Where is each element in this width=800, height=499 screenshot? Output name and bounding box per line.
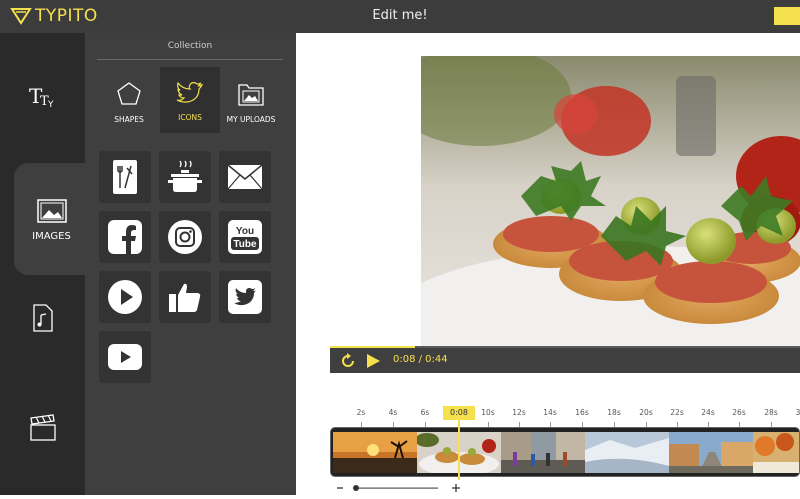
cooking-pot-icon: [168, 160, 202, 192]
tab-my-uploads[interactable]: MY UPLOADS: [221, 67, 281, 133]
playback-time: 0:08 / 0:44: [393, 354, 448, 365]
tab-icons[interactable]: ICONS: [160, 67, 220, 133]
icon-tile-thumbs-up[interactable]: [159, 271, 211, 323]
zoom-slider-track[interactable]: [354, 487, 438, 489]
svg-text:You: You: [236, 226, 254, 237]
zoom-slider-handle[interactable]: [353, 485, 359, 491]
icon-tile-envelope[interactable]: [219, 151, 271, 203]
timeline-zoom-control: [336, 481, 466, 493]
food-video-frame: [421, 56, 800, 348]
tick-label: 20s: [639, 408, 653, 417]
tick-label: 28s: [764, 408, 778, 417]
tick-label: 4s: [388, 408, 398, 417]
instagram-icon: [168, 220, 202, 254]
icon-tile-facebook[interactable]: [99, 211, 151, 263]
timeline-ruler[interactable]: 2s 4s 6s 10s 12s 14s 16s 18s 20s 22s 24s…: [330, 400, 800, 427]
tick-label: 16s: [575, 408, 589, 417]
play-icon[interactable]: [365, 353, 381, 369]
tick-label: 14s: [543, 408, 557, 417]
timeline-filmstrip[interactable]: [330, 427, 800, 477]
icon-tile-youtube[interactable]: You Tube: [219, 211, 271, 263]
icon-tile-twitter-square[interactable]: [219, 271, 271, 323]
tab-label-shapes: SHAPES: [114, 115, 144, 124]
nav-item-images[interactable]: IMAGES: [14, 190, 89, 250]
nav-item-audio[interactable]: [0, 303, 85, 333]
zoom-in-icon[interactable]: [452, 484, 460, 492]
clapperboard-icon: [29, 414, 56, 441]
tick-label: 18s: [607, 408, 621, 417]
asset-panel: Collection SHAPES ICONS MY UPLOADS You T…: [85, 33, 296, 495]
tick-label: 10s: [481, 408, 495, 417]
tick-label: 24s: [701, 408, 715, 417]
tick-label: 22s: [670, 408, 684, 417]
nav-item-video[interactable]: [0, 413, 85, 443]
tab-label-icons: ICONS: [178, 113, 202, 122]
icon-tile-instagram[interactable]: [159, 211, 211, 263]
tick-label: 26s: [732, 408, 746, 417]
audio-file-icon: [32, 304, 53, 332]
image-icon: [36, 198, 67, 223]
folder-image-icon: [238, 84, 264, 106]
clip-street-market[interactable]: [501, 432, 585, 473]
clip-town-street[interactable]: [669, 432, 753, 473]
nav-item-text[interactable]: T T Y: [0, 82, 85, 112]
timeline-cursor-label[interactable]: 0:08: [443, 406, 475, 420]
icon-tile-youtube-play[interactable]: [99, 331, 151, 383]
project-title[interactable]: Edit me!: [0, 8, 800, 23]
clip-sunset-yoga[interactable]: [333, 432, 417, 473]
envelope-icon: [227, 164, 263, 190]
svg-text:Tube: Tube: [233, 239, 257, 250]
tick-label: 2s: [356, 408, 366, 417]
tab-shapes[interactable]: SHAPES: [99, 67, 159, 133]
panel-heading: Collection: [97, 38, 283, 60]
youtube-icon: You Tube: [228, 220, 262, 254]
video-preview[interactable]: [421, 56, 800, 348]
tick-label: 6s: [420, 408, 430, 417]
svg-text:Y: Y: [47, 100, 54, 109]
timeline-playhead[interactable]: [458, 420, 460, 480]
clip-autumn-trees[interactable]: [753, 432, 800, 473]
tick-label: 12s: [512, 408, 526, 417]
play-circle-icon: [108, 280, 142, 314]
tick-label: 3: [795, 408, 800, 417]
icon-tile-cooking-pot[interactable]: [159, 151, 211, 203]
nav-label-images: IMAGES: [32, 230, 71, 242]
twitter-icon: [176, 81, 204, 103]
export-button[interactable]: [774, 7, 800, 25]
pentagon-icon: [117, 82, 141, 105]
top-bar: TYPITO Edit me!: [0, 0, 800, 33]
facebook-icon: [108, 220, 142, 254]
menu-card-icon: [113, 160, 137, 194]
tab-label-my-uploads: MY UPLOADS: [226, 115, 276, 124]
text-icon: T T Y: [29, 85, 54, 109]
icon-tile-play-circle[interactable]: [99, 271, 151, 323]
replay-icon[interactable]: [340, 353, 356, 369]
twitter-square-icon: [228, 280, 262, 314]
icon-tile-menu-card[interactable]: [99, 151, 151, 203]
youtube-play-icon: [108, 344, 142, 370]
clip-winter-snow[interactable]: [585, 432, 669, 473]
thumbs-up-icon: [169, 283, 201, 312]
